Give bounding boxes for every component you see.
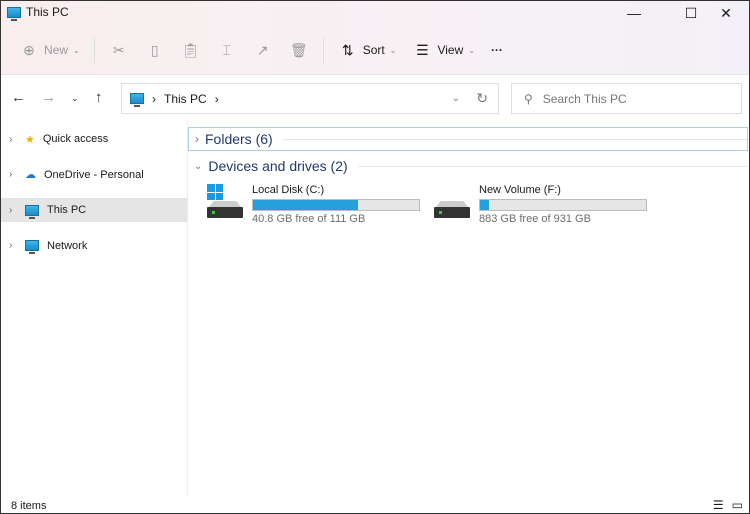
window-title: This PC (26, 5, 69, 19)
breadcrumb-separator[interactable]: › (215, 92, 219, 106)
sidebar-item-this-pc[interactable]: › This PC (1, 198, 187, 222)
drive-name: New Volume (F:) (479, 184, 561, 196)
search-placeholder: Search This PC (542, 91, 627, 106)
sidebar-item-label: Network (47, 239, 88, 252)
command-bar: ⊕ New ⌄ ✂ ▯ 📋︎ ⌶ ↗ 🗑︎ ⇅ Sort ⌄ ☰ View ⌄ ··· (11, 37, 511, 63)
content-pane: › Folders (6) ⌄ Devices and drives (2) Loc… (188, 127, 748, 225)
minimize-button[interactable]: — (611, 1, 657, 25)
drives-list: Local Disk (C:) 40.8 GB free of 111 GB N… (188, 184, 748, 225)
search-icon: ⚲ (524, 91, 533, 106)
more-options-button[interactable]: ··· (483, 37, 511, 63)
close-button[interactable]: ✕ (703, 1, 749, 25)
rename-icon: ⌶ (222, 41, 231, 58)
chevron-right-icon: › (195, 132, 199, 146)
divider (93, 37, 95, 63)
cut-button[interactable]: ✂ (101, 37, 137, 63)
navigation-pane: › ★ Quick access › ☁ OneDrive - Personal › Th… (1, 127, 187, 497)
paste-button[interactable]: 📋︎ (173, 37, 209, 63)
drive-item[interactable]: Local Disk (C:) 40.8 GB free of 111 GB (206, 184, 433, 225)
breadcrumb-separator: › (152, 91, 156, 106)
refresh-icon[interactable]: ↻ (476, 90, 488, 107)
address-bar[interactable]: › This PC › ⌄ ↻ (121, 83, 499, 114)
new-button[interactable]: ⊕ New ⌄ (11, 37, 88, 63)
status-item-count: 8 items (11, 500, 47, 512)
scissors-icon: ✂ (112, 41, 125, 58)
this-pc-icon (25, 204, 39, 219)
view-list-icon: ☰ (416, 41, 429, 58)
chevron-down-icon: ⌄ (73, 45, 80, 55)
chevron-right-icon[interactable]: › (9, 205, 17, 216)
drive-usage-bar (479, 199, 647, 211)
forward-button[interactable]: → (41, 89, 56, 106)
paste-icon: 📋︎ (181, 41, 200, 58)
sidebar-item-onedrive[interactable]: › ☁ OneDrive - Personal (1, 163, 187, 187)
sort-label: Sort (362, 43, 385, 57)
hard-drive-icon (207, 207, 243, 218)
view-toggle: ☰ ▭ (713, 498, 743, 512)
cloud-icon: ☁ (25, 169, 36, 181)
file-explorer-window: This PC — ☐ ✕ ⊕ New ⌄ ✂ ▯ 📋︎ ⌶ ↗ 🗑︎ ⇅ Sort ⌄… (0, 0, 750, 514)
copy-button[interactable]: ▯ (137, 37, 173, 63)
recent-locations-button[interactable]: ⌄ (71, 93, 79, 104)
drive-usage-bar (252, 199, 420, 211)
view-label: View (437, 43, 464, 57)
view-button[interactable]: ☰ View ⌄ (404, 37, 483, 63)
sort-icon: ⇅ (341, 41, 354, 58)
chevron-right-icon[interactable]: › (9, 240, 17, 251)
search-box[interactable]: ⚲ Search This PC (511, 83, 742, 114)
sidebar-item-quick-access[interactable]: › ★ Quick access (1, 127, 187, 151)
rename-button[interactable]: ⌶ (209, 37, 245, 63)
sidebar-item-label: OneDrive - Personal (44, 168, 144, 181)
title-bar: This PC (7, 5, 69, 21)
navigation-bar: ← → ⌄ ↑ › This PC › ⌄ ↻ ⚲ Search This PC (1, 83, 749, 115)
up-button[interactable]: ↑ (95, 89, 103, 106)
group-header: Devices and drives (2) (208, 158, 348, 174)
hard-drive-icon (434, 207, 470, 218)
sidebar-item-network[interactable]: › Network (1, 234, 187, 258)
tiles-view-icon[interactable]: ▭ (732, 498, 743, 512)
drive-space-info: 883 GB free of 931 GB (479, 213, 591, 225)
drive-name: Local Disk (C:) (252, 184, 325, 196)
back-button[interactable]: ← (11, 89, 26, 106)
this-pc-icon (7, 6, 21, 21)
drive-c-icon (206, 184, 244, 220)
windows-logo-icon (207, 184, 223, 200)
chevron-right-icon[interactable]: › (9, 169, 17, 180)
breadcrumb-this-pc[interactable]: This PC (164, 92, 207, 106)
trash-icon: 🗑︎ (289, 41, 308, 58)
details-view-icon[interactable]: ☰ (713, 498, 724, 512)
drive-item[interactable]: New Volume (F:) 883 GB free of 931 GB (433, 184, 660, 225)
share-icon: ↗ (256, 41, 269, 58)
sidebar-item-label: Quick access (42, 133, 109, 145)
group-devices[interactable]: ⌄ Devices and drives (2) (188, 154, 748, 178)
this-pc-icon (130, 93, 144, 107)
chevron-down-icon: ⌄ (468, 45, 475, 55)
plus-circle-icon: ⊕ (23, 41, 35, 58)
group-folders[interactable]: › Folders (6) (188, 127, 748, 151)
drive-f-icon (433, 184, 471, 220)
chevron-right-icon[interactable]: › (9, 134, 17, 145)
star-icon: ★ (25, 133, 35, 146)
chevron-down-icon: ⌄ (194, 160, 203, 172)
network-icon (25, 240, 39, 254)
share-button[interactable]: ↗ (245, 37, 281, 63)
copy-icon: ▯ (150, 41, 159, 58)
title-and-toolbar: This PC — ☐ ✕ ⊕ New ⌄ ✂ ▯ 📋︎ ⌶ ↗ 🗑︎ ⇅ Sort ⌄… (1, 1, 749, 75)
address-history-dropdown[interactable]: ⌄ (452, 93, 460, 104)
drive-space-info: 40.8 GB free of 111 GB (252, 213, 366, 225)
sidebar-item-label: This PC (47, 204, 87, 216)
delete-button[interactable]: 🗑︎ (281, 37, 317, 63)
divider (322, 37, 324, 63)
chevron-down-icon: ⌄ (389, 45, 397, 55)
group-header: Folders (6) (205, 131, 273, 147)
sort-button[interactable]: ⇅ Sort ⌄ (330, 37, 405, 63)
new-label: New (44, 43, 69, 57)
